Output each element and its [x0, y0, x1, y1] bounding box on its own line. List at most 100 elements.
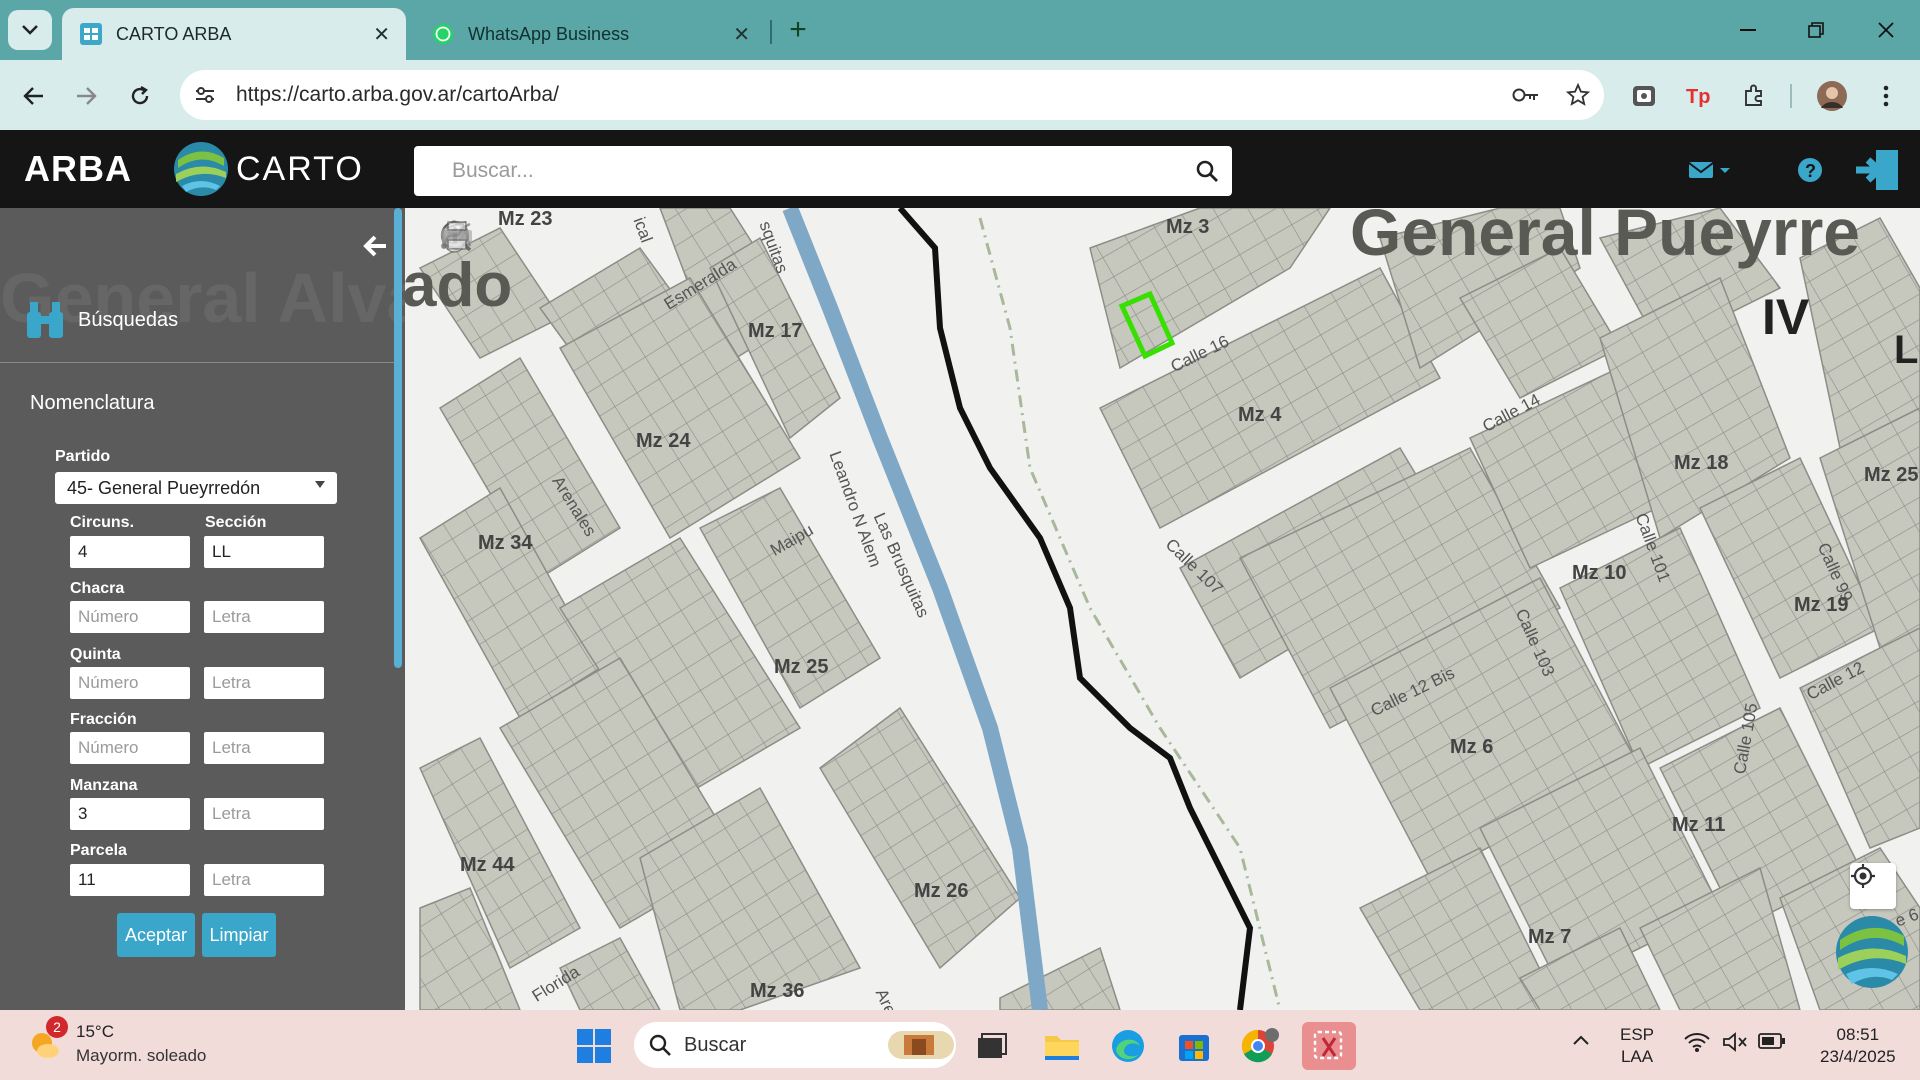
weather-description: Mayorm. soleado: [76, 1046, 207, 1065]
panel-scrollbar[interactable]: [394, 208, 402, 668]
browser-menu-icon[interactable]: [1866, 76, 1906, 116]
parcela-numero-input[interactable]: [70, 864, 190, 896]
microsoft-store-button[interactable]: [1170, 1022, 1218, 1070]
windows-taskbar: 2 15°C Mayorm. soleado Buscar ESP LAA 08…: [0, 1010, 1920, 1080]
print-icon[interactable]: [440, 221, 484, 556]
login-button[interactable]: [1852, 146, 1902, 194]
map-search-input[interactable]: [414, 146, 1182, 196]
region-label: L: [1894, 328, 1919, 372]
help-icon: ?: [1798, 158, 1822, 182]
reload-button[interactable]: [120, 76, 160, 116]
start-button[interactable]: [570, 1022, 618, 1070]
draw-line-icon[interactable]: [440, 222, 484, 508]
back-button[interactable]: [14, 76, 54, 116]
partido-select[interactable]: 45- General Pueyrredón: [55, 472, 337, 504]
chrome-button[interactable]: [1236, 1022, 1284, 1070]
tab-whatsapp-business[interactable]: WhatsApp Business ✕: [414, 8, 766, 60]
close-icon: [1878, 22, 1894, 38]
nomenclatura-title: Nomenclatura: [30, 392, 155, 414]
close-tab-icon[interactable]: ✕: [733, 22, 750, 47]
tab-search-button[interactable]: [8, 10, 52, 50]
restore-button[interactable]: [1786, 10, 1846, 50]
app-header: ARBA CARTO ?: [0, 130, 1920, 208]
file-explorer-button[interactable]: [1038, 1022, 1086, 1070]
wifi-icon[interactable]: [1684, 1032, 1710, 1058]
chacra-numero-input[interactable]: [70, 601, 190, 633]
circuns-input[interactable]: [70, 536, 190, 568]
clock[interactable]: 08:51 23/4/2025: [1820, 1024, 1896, 1068]
tab-carto-arba[interactable]: CARTO ARBA ✕: [62, 8, 406, 60]
parcela-letra-input[interactable]: [204, 864, 324, 896]
help-button[interactable]: ?: [1792, 152, 1828, 188]
block-label: Mz 25: [1864, 464, 1919, 486]
block-label: Mz 7: [1528, 926, 1572, 948]
aceptar-button[interactable]: Aceptar: [117, 913, 195, 957]
region-label: General Pueyrre: [1350, 208, 1860, 269]
chacra-letra-input[interactable]: [204, 601, 324, 633]
chevron-down-icon: [22, 25, 38, 35]
close-window-button[interactable]: [1856, 10, 1916, 50]
snipping-tool-button[interactable]: [1302, 1022, 1356, 1070]
zoom-out-icon[interactable]: [440, 221, 484, 364]
quinta-numero-input[interactable]: [70, 667, 190, 699]
seccion-input[interactable]: [204, 536, 324, 568]
profile-avatar[interactable]: [1812, 76, 1852, 116]
locate-me-button[interactable]: [1850, 863, 1896, 909]
info-icon[interactable]: [440, 220, 484, 412]
task-view-icon: [978, 1033, 1007, 1058]
volume-muted-icon[interactable]: [1722, 1032, 1748, 1058]
clock-date: 23/4/2025: [1820, 1047, 1896, 1066]
limpiar-button[interactable]: Limpiar: [202, 913, 276, 957]
taskbar-search[interactable]: Buscar: [634, 1022, 956, 1068]
forward-button[interactable]: [66, 76, 106, 116]
fraccion-numero-input[interactable]: [70, 732, 190, 764]
block-label: Mz 10: [1572, 562, 1627, 584]
mail-dropdown-button[interactable]: [1686, 152, 1736, 188]
svg-text:?: ?: [1805, 161, 1816, 181]
manzana-label: Manzana: [70, 777, 138, 794]
manzana-letra-input[interactable]: [204, 798, 324, 830]
extensions-puzzle-icon[interactable]: [1734, 76, 1774, 116]
block-label: Mz 25: [774, 656, 829, 678]
toolbar-separator: [1790, 84, 1792, 108]
extension-tp-icon[interactable]: Tp: [1678, 76, 1718, 116]
task-view-button[interactable]: [968, 1022, 1016, 1070]
caret-down-icon: [315, 481, 325, 488]
arrow-left-icon: [23, 87, 43, 105]
password-key-icon[interactable]: [1500, 87, 1552, 103]
show-hidden-icons-button[interactable]: [1572, 1030, 1590, 1052]
minimize-button[interactable]: [1718, 10, 1778, 50]
quinta-letra-input[interactable]: [204, 667, 324, 699]
address-bar[interactable]: https://carto.arba.gov.ar/cartoArba/: [180, 70, 1604, 120]
battery-icon[interactable]: [1758, 1032, 1786, 1056]
zoom-in-icon[interactable]: [440, 221, 484, 316]
search-icon[interactable]: [1182, 159, 1232, 183]
map-search: [414, 146, 1232, 196]
edge-browser-button[interactable]: [1104, 1022, 1152, 1070]
crosshair-icon: [1851, 864, 1875, 888]
busquedas-header[interactable]: Búsquedas: [24, 300, 178, 340]
browser-tab-bar: CARTO ARBA ✕ WhatsApp Business ✕ +: [0, 0, 1920, 60]
measure-icon[interactable]: [440, 220, 484, 460]
close-tab-icon[interactable]: ✕: [373, 22, 390, 47]
block-label: Mz 4: [1238, 404, 1282, 426]
weather-widget[interactable]: 2 15°C Mayorm. soleado: [28, 1016, 207, 1068]
bookmark-star-icon[interactable]: [1552, 83, 1604, 107]
block-label: Mz 34: [478, 532, 533, 554]
fraccion-letra-input[interactable]: [204, 732, 324, 764]
temperature: 15°C: [76, 1022, 114, 1041]
manzana-numero-input[interactable]: [70, 798, 190, 830]
extension-translate-icon[interactable]: [1624, 76, 1664, 116]
map-toolbar: [440, 220, 484, 556]
language-indicator[interactable]: ESP LAA: [1620, 1024, 1654, 1068]
block-label: Mz 36: [750, 980, 805, 1002]
block-label: Mz 26: [914, 880, 969, 902]
clock-time: 08:51: [1836, 1025, 1880, 1044]
site-info-icon[interactable]: [180, 85, 230, 105]
tab-separator: [770, 20, 772, 44]
new-tab-button[interactable]: +: [780, 12, 816, 48]
windows-logo-icon: [577, 1029, 611, 1063]
snipping-tool-icon: [1313, 1030, 1343, 1060]
collapse-panel-button[interactable]: [362, 234, 390, 262]
partido-value: 45- General Pueyrredón: [67, 477, 261, 498]
